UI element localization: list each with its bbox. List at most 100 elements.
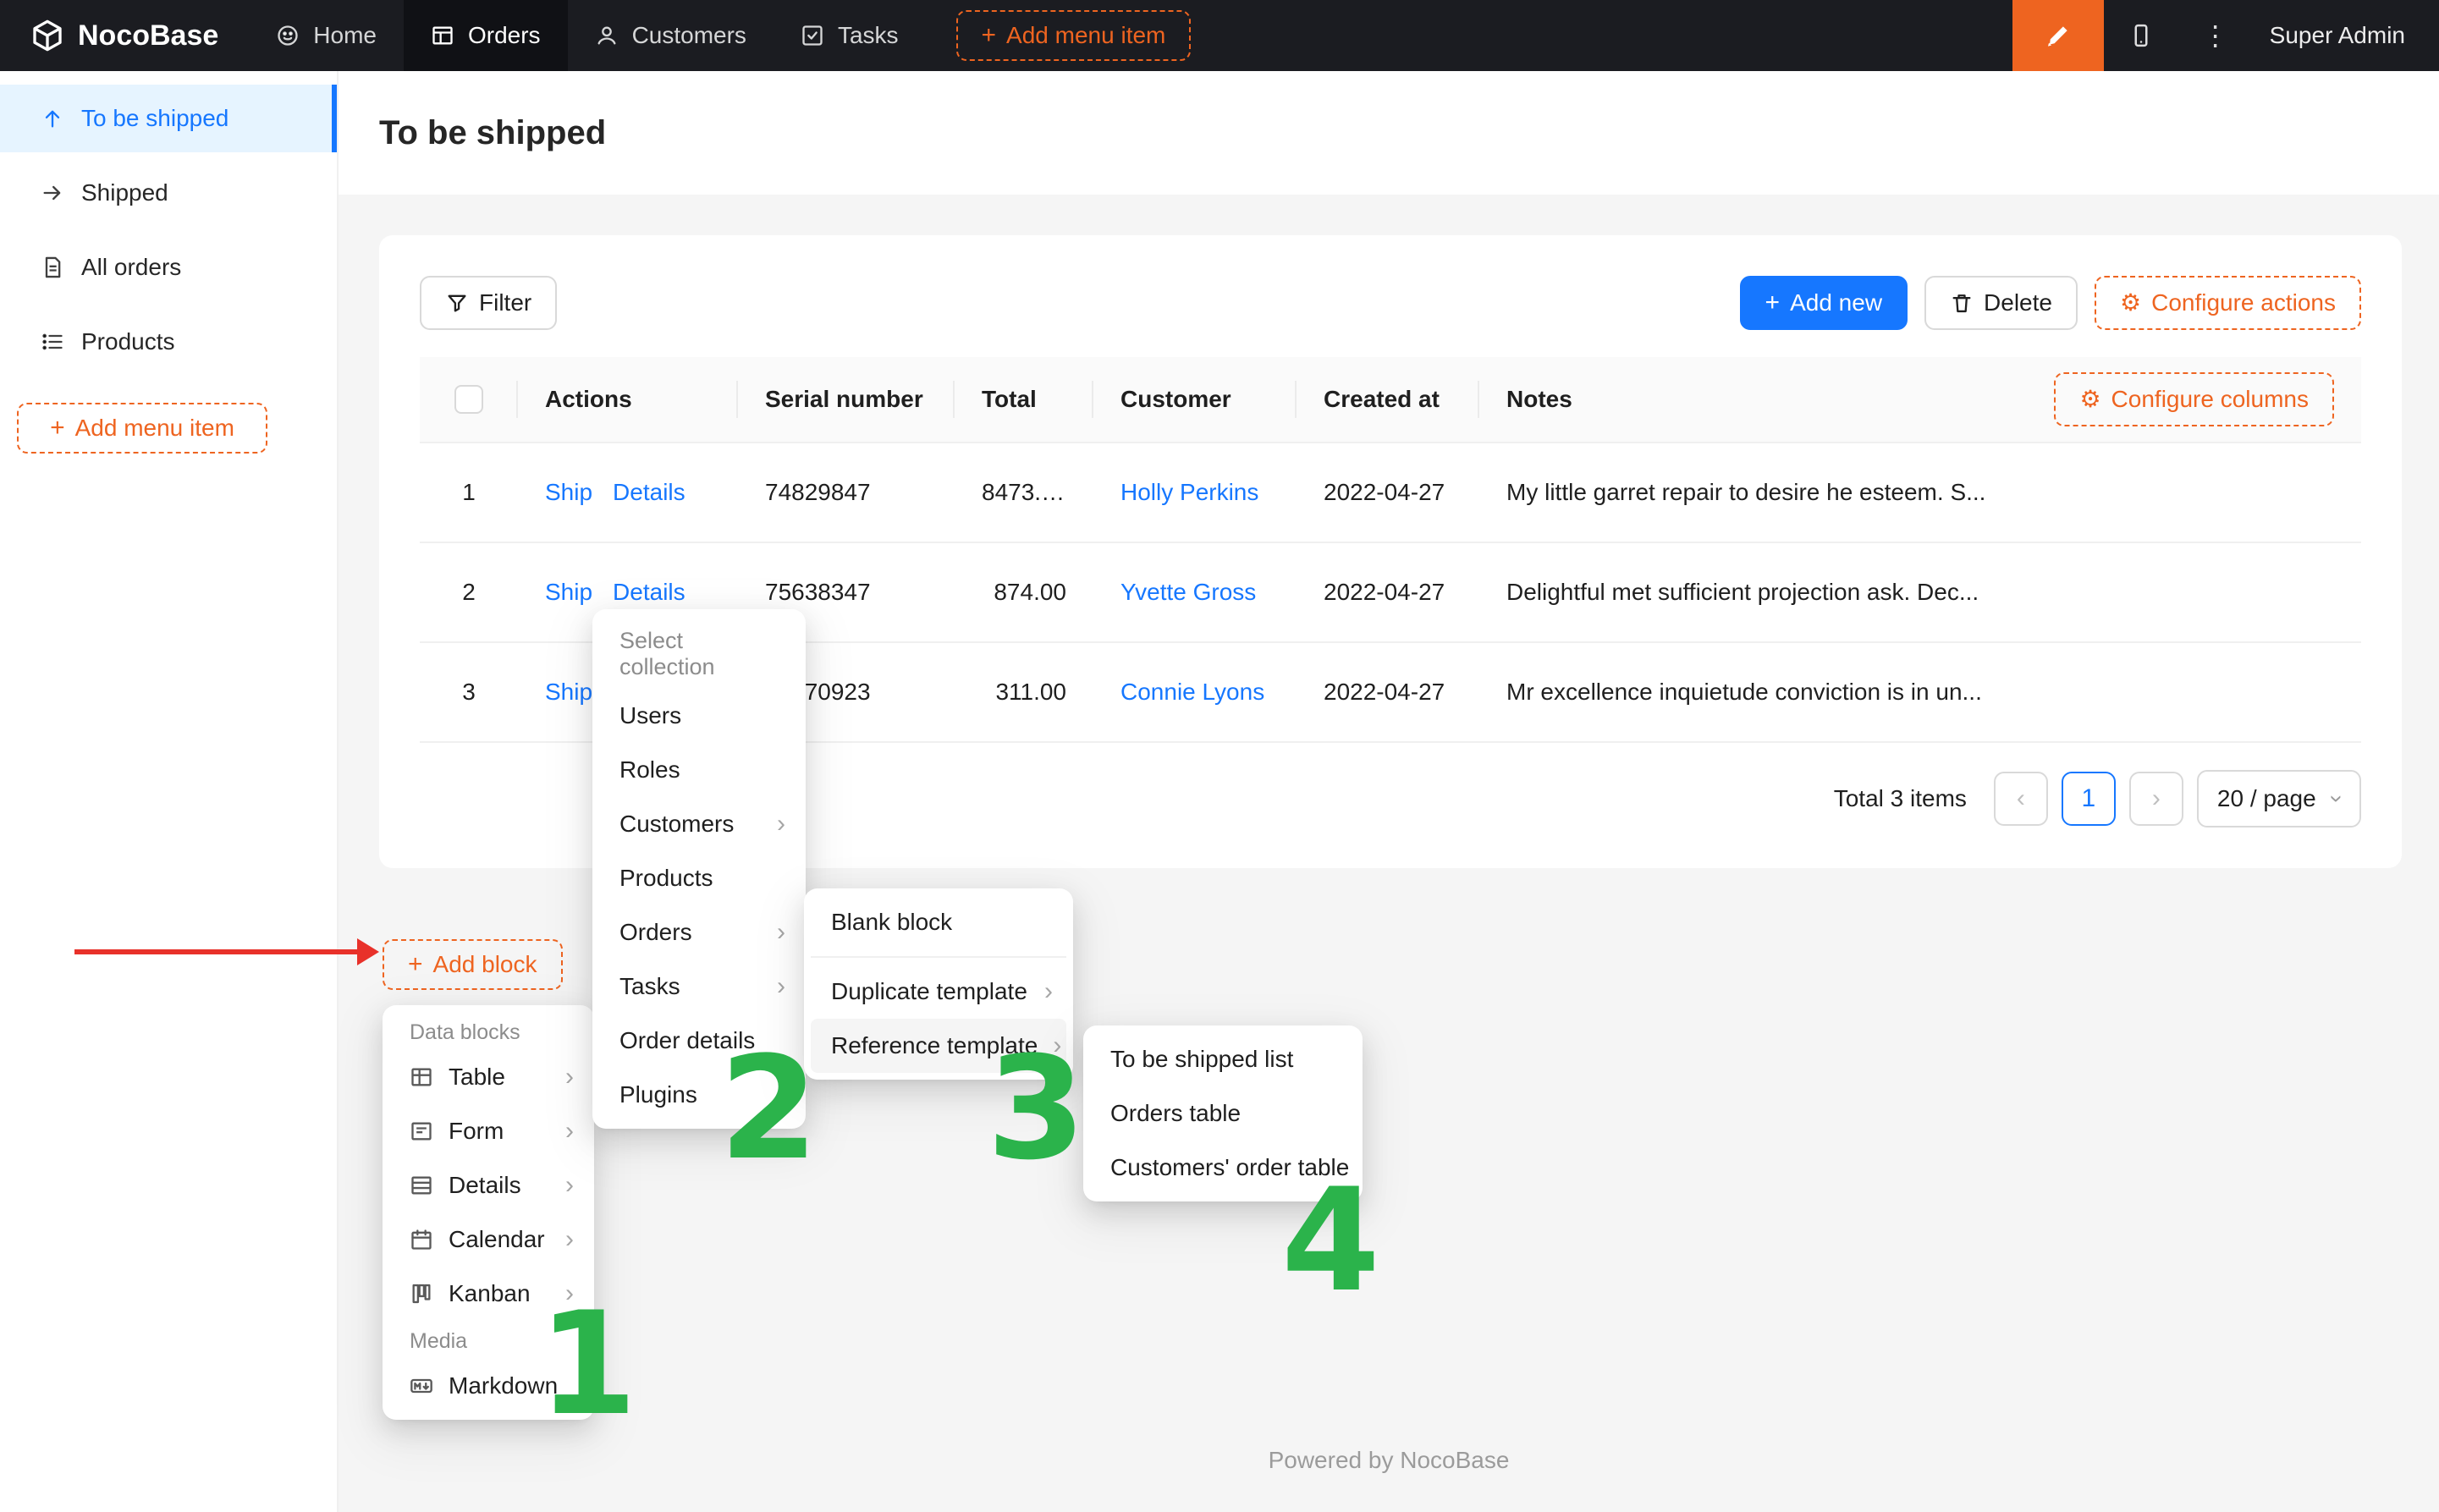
menu-item-to-be-shipped-list[interactable]: To be shipped list (1090, 1032, 1356, 1086)
filter-button[interactable]: Filter (420, 276, 557, 330)
sidebar-item-label: To be shipped (81, 105, 228, 132)
cell-created-at: 2022-04-27 (1297, 542, 1479, 642)
menu-item-orders[interactable]: Orders› (599, 905, 799, 959)
delete-button[interactable]: Delete (1924, 276, 2078, 330)
sidebar-item-to-be-shipped[interactable]: To be shipped (0, 85, 337, 152)
annotation-step-2: 2 (719, 1037, 818, 1179)
pagination-total: Total 3 items (1834, 785, 1967, 812)
home-icon (276, 24, 300, 47)
trash-icon (1950, 291, 1974, 315)
menu-divider (811, 956, 1066, 958)
prev-page-button[interactable]: ‹ (1994, 772, 2048, 826)
menu-item-form[interactable]: Form › (389, 1104, 587, 1158)
configure-actions-button[interactable]: ⚙ Configure actions (2095, 276, 2361, 330)
brand[interactable]: NocoBase (0, 0, 249, 71)
add-new-button[interactable]: + Add new (1740, 276, 1908, 330)
menu-item-calendar[interactable]: Calendar › (389, 1212, 587, 1267)
nav-item-orders[interactable]: Orders (404, 0, 568, 71)
configure-columns-button[interactable]: ⚙ Configure columns (2054, 372, 2334, 426)
kanban-icon (410, 1282, 433, 1306)
menu-item-products[interactable]: Products (599, 851, 799, 905)
sidebar-item-label: Products (81, 328, 175, 355)
ship-link[interactable]: Ship (545, 479, 592, 505)
details-link[interactable]: Details (613, 579, 685, 605)
page-size-select[interactable]: 20 / page › (2197, 770, 2361, 827)
menu-item-tasks[interactable]: Tasks› (599, 959, 799, 1014)
mobile-device-icon (2128, 23, 2154, 48)
arrow-right-icon (41, 181, 64, 205)
card-toolbar: Filter + Add new Delete (420, 276, 2361, 330)
orders-icon (431, 24, 454, 47)
customer-link[interactable]: Connie Lyons (1120, 679, 1264, 705)
chevron-right-icon: › (565, 1173, 574, 1198)
annotation-red-arrow (74, 949, 357, 954)
details-icon (410, 1174, 433, 1197)
chevron-right-icon: › (565, 1064, 574, 1090)
menu-item-label: Tasks (619, 973, 680, 1000)
menu-item-users[interactable]: Users (599, 689, 799, 743)
select-all-header (420, 357, 518, 443)
sidebar-item-products[interactable]: Products (0, 308, 337, 376)
column-header-created: Created at (1297, 357, 1479, 443)
top-navigation: Home Orders Customers Tasks (249, 0, 925, 71)
menu-item-customers[interactable]: Customers› (599, 797, 799, 851)
configure-columns-label: Configure columns (2111, 386, 2309, 413)
next-page-button[interactable]: › (2129, 772, 2183, 826)
topbar-add-menu-item-button[interactable]: + Add menu item (956, 10, 1192, 61)
column-header-serial: Serial number (738, 357, 955, 443)
nav-item-home[interactable]: Home (249, 0, 404, 71)
form-icon (410, 1119, 433, 1143)
sidebar-add-menu-item-button[interactable]: + Add menu item (17, 403, 267, 454)
menu-item-orders-table[interactable]: Orders table (1090, 1086, 1356, 1141)
plus-icon: + (1765, 290, 1781, 316)
details-link[interactable]: Details (613, 479, 685, 505)
menu-item-roles[interactable]: Roles (599, 743, 799, 797)
page-number-button[interactable]: 1 (2062, 772, 2116, 826)
nav-item-label: Customers (632, 22, 746, 49)
more-menu-button[interactable]: ⋮ (2178, 0, 2253, 71)
chevron-right-icon: › (565, 1119, 574, 1144)
customer-link[interactable]: Holly Perkins (1120, 479, 1258, 505)
current-user-name[interactable]: Super Admin (2253, 22, 2439, 49)
notes-header-label: Notes (1506, 386, 1572, 412)
customer-link[interactable]: Yvette Gross (1120, 579, 1256, 605)
delete-label: Delete (1984, 289, 2052, 316)
chevron-down-icon: › (2325, 794, 2348, 802)
topbar: NocoBase Home Orders Customers (0, 0, 2439, 71)
sidebar-item-shipped[interactable]: Shipped (0, 159, 337, 227)
ship-link[interactable]: Ship (545, 679, 592, 705)
nav-item-customers[interactable]: Customers (568, 0, 774, 71)
menu-group-label: Data blocks (389, 1012, 587, 1050)
configure-actions-label: Configure actions (2151, 289, 2336, 316)
tasks-icon (801, 24, 824, 47)
menu-item-label: Customers (619, 811, 734, 838)
cell-notes: Delightful met sufficient projection ask… (1479, 542, 2361, 642)
chevron-right-icon: › (565, 1227, 574, 1252)
sidebar-add-menu-item: + Add menu item (17, 403, 310, 454)
ship-link[interactable]: Ship (545, 579, 592, 605)
cell-notes: Mr excellence inquietude conviction is i… (1479, 642, 2361, 742)
vertical-ellipsis-icon: ⋮ (2202, 19, 2229, 52)
menu-item-label: Orders (619, 919, 692, 946)
mobile-preview-button[interactable] (2104, 0, 2178, 71)
annotation-step-3: 3 (987, 1037, 1086, 1179)
select-all-checkbox[interactable] (454, 385, 483, 414)
add-block-button[interactable]: + Add block (383, 939, 563, 990)
sidebar: To be shipped Shipped All orders Product… (0, 71, 339, 1512)
add-menu-item-label: Add menu item (75, 415, 234, 442)
page-size-value: 20 / page (2217, 785, 2316, 812)
plus-icon: + (982, 23, 997, 48)
cell-customer: Connie Lyons (1093, 642, 1297, 742)
add-menu-item-label: Add menu item (1006, 22, 1165, 49)
nav-item-tasks[interactable]: Tasks (774, 0, 926, 71)
cell-created-at: 2022-04-27 (1297, 642, 1479, 742)
menu-item-table[interactable]: Table › (389, 1050, 587, 1104)
gear-icon: ⚙ (2079, 388, 2100, 411)
menu-item-duplicate-template[interactable]: Duplicate template› (811, 965, 1066, 1019)
menu-item-details[interactable]: Details › (389, 1158, 587, 1212)
markdown-icon (410, 1374, 433, 1398)
row-index: 3 (420, 642, 518, 742)
sidebar-item-all-orders[interactable]: All orders (0, 234, 337, 301)
menu-item-blank-block[interactable]: Blank block (811, 895, 1066, 949)
ui-editor-toggle-button[interactable] (2012, 0, 2104, 71)
